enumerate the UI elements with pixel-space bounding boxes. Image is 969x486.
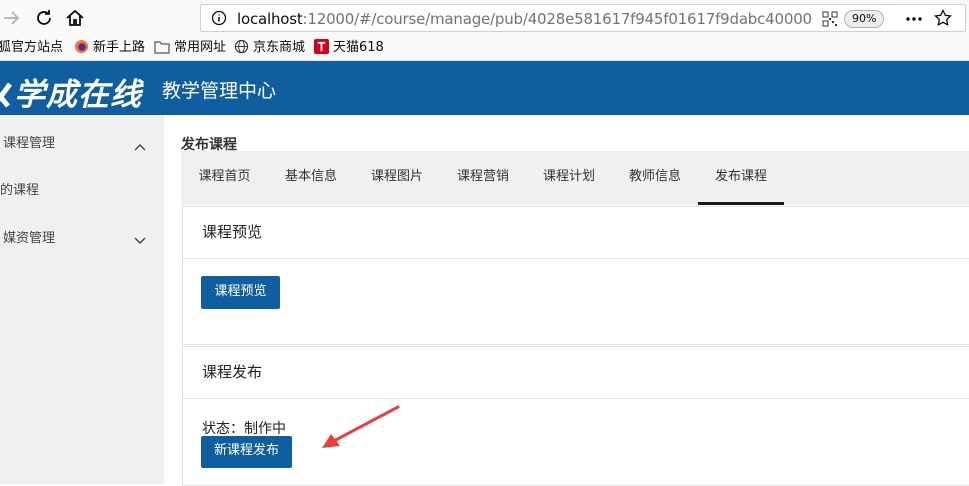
qr-code-icon[interactable] — [822, 11, 838, 31]
bookmark-firefox-official[interactable]: 狐官方站点 — [0, 39, 63, 57]
url-path: :12000/#/course/manage/pub/4028e581617f9… — [302, 10, 813, 28]
preview-panel-title: 课程预览 — [183, 207, 969, 259]
sidebar-item-my-courses[interactable]: 我的课程 — [0, 179, 39, 198]
zoom-level-badge[interactable]: 90% — [844, 10, 885, 28]
home-icon[interactable] — [63, 6, 87, 30]
bookmark-label: 京东商城 — [253, 40, 306, 55]
chevron-down-icon[interactable] — [134, 230, 146, 244]
tmall-icon — [314, 39, 329, 60]
sidebar-item-label: 我的课程 — [0, 183, 40, 198]
tab-publish-course[interactable]: 发布课程 — [698, 151, 784, 205]
logo-text: 学成在线 — [14, 77, 142, 113]
bookmark-star-icon[interactable] — [934, 8, 952, 31]
bookmarks-bar: 狐官方站点 新手上路 常用网址 京东商城 天猫618 — [0, 36, 969, 61]
sidebar-item-label: 媒资管理 — [3, 231, 56, 246]
browser-toolbar: localhost:12000/#/course/manage/pub/4028… — [0, 0, 969, 36]
publish-panel: 课程发布 状态：制作中 新课程发布 — [182, 346, 969, 486]
chevron-up-icon[interactable] — [134, 136, 146, 151]
firefox-icon — [74, 39, 89, 60]
header-title: 教学管理中心 — [162, 80, 277, 102]
tab-course-images[interactable]: 课程图片 — [354, 151, 440, 205]
publish-status: 状态：制作中 — [202, 421, 286, 437]
bookmark-label: 狐官方站点 — [0, 40, 64, 55]
url-text[interactable]: localhost:12000/#/course/manage/pub/4028… — [237, 10, 812, 28]
sidebar-item-course-management[interactable]: 课程管理 — [3, 132, 55, 151]
logo[interactable]: 学成在线 — [0, 69, 142, 114]
sidebar-item-label: 课程管理 — [3, 136, 56, 151]
url-bar[interactable]: localhost:12000/#/course/manage/pub/4028… — [200, 4, 966, 32]
tab-course-home[interactable]: 课程首页 — [181, 151, 268, 205]
annotation-arrow-icon — [322, 405, 400, 448]
reload-icon[interactable] — [32, 6, 56, 30]
bookmark-getting-started[interactable]: 新手上路 — [74, 39, 145, 60]
bookmark-common-sites[interactable]: 常用网址 — [154, 39, 226, 60]
tab-teacher-info[interactable]: 教师信息 — [612, 151, 698, 205]
bookmark-tmall[interactable]: 天猫618 — [314, 39, 384, 60]
site-info-icon[interactable] — [211, 10, 227, 30]
page-actions-icon[interactable] — [905, 10, 923, 32]
bookmark-label: 天猫618 — [333, 40, 384, 55]
tab-course-plan[interactable]: 课程计划 — [526, 151, 612, 205]
forward-icon[interactable] — [0, 6, 24, 30]
preview-course-button[interactable]: 课程预览 — [201, 276, 280, 309]
app-header: 学成在线 教学管理中心 — [0, 61, 969, 115]
folder-icon — [154, 40, 170, 60]
sidebar: 课程管理 我的课程 媒资管理 — [0, 115, 164, 484]
url-host: localhost — [237, 10, 303, 28]
bookmark-label: 新手上路 — [93, 40, 146, 55]
logo-mark-icon — [0, 82, 13, 108]
publish-new-course-button[interactable]: 新课程发布 — [201, 436, 292, 468]
bookmark-label: 常用网址 — [174, 40, 227, 55]
globe-icon — [234, 39, 249, 60]
course-tabs: 课程首页 基本信息 课程图片 课程营销 课程计划 教师信息 发布课程 — [181, 151, 969, 205]
tab-basic-info[interactable]: 基本信息 — [268, 151, 354, 205]
tab-course-marketing[interactable]: 课程营销 — [440, 151, 526, 205]
bookmark-jd[interactable]: 京东商城 — [234, 39, 305, 60]
sidebar-item-media-management[interactable]: 媒资管理 — [3, 227, 55, 246]
preview-panel: 课程预览 课程预览 — [182, 206, 969, 345]
publish-panel-title: 课程发布 — [183, 347, 969, 399]
